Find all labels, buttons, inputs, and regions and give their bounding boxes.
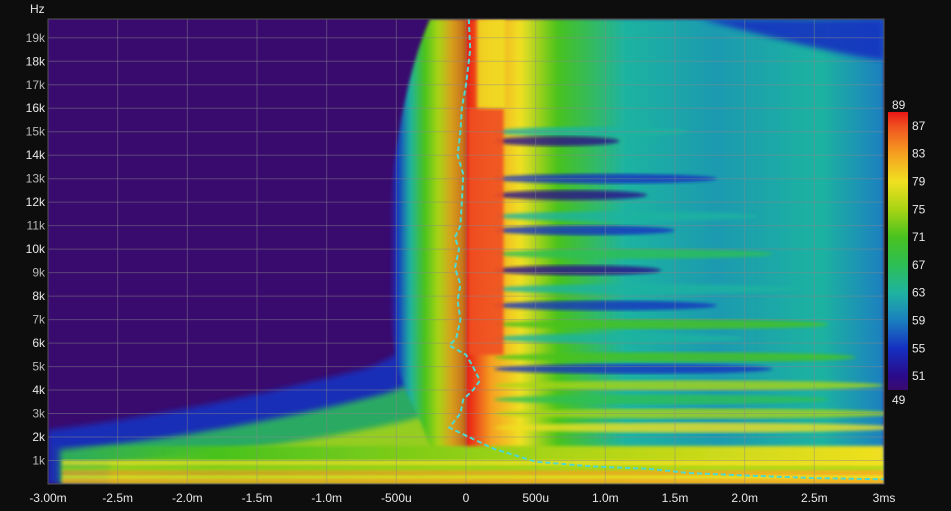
x-tick-label: -2.0m — [172, 491, 203, 505]
y-tick-label: 15k — [26, 125, 46, 139]
y-tick-label: 2k — [32, 430, 46, 444]
decay-band — [493, 319, 829, 330]
x-tick-label: -500u — [381, 491, 412, 505]
decay-band — [493, 394, 829, 405]
y-tick-label: 7k — [32, 313, 46, 327]
decay-band — [493, 380, 884, 391]
colorbar-label: 49 — [892, 393, 906, 407]
colorbar-label: 63 — [912, 286, 926, 300]
impulse-top — [477, 19, 506, 109]
colorbar-label: 89 — [892, 98, 906, 112]
decay-band — [493, 136, 620, 147]
x-tick-label: 2.0m — [731, 491, 758, 505]
spectrogram-chart: Hz -3.00m -2.5m -2.0m -1.5m -1.0m -500u 0 500u 1… — [26, 2, 926, 505]
y-tick-label: 13k — [26, 172, 46, 186]
x-tick-label: -1.0m — [311, 491, 342, 505]
y-tick-label: 9k — [32, 266, 46, 280]
x-tick-label: 2.5m — [801, 491, 828, 505]
y-tick-label: 18k — [26, 54, 46, 68]
x-tick-label: 1.5m — [662, 491, 689, 505]
y-tick-label: 14k — [26, 148, 46, 162]
x-tick-label: 500u — [522, 491, 549, 505]
decay-band — [493, 333, 745, 344]
colorbar-label: 67 — [912, 258, 926, 272]
y-tick-label: 12k — [26, 195, 46, 209]
colorbar-label: 79 — [912, 175, 926, 189]
y-tick-label: 4k — [32, 383, 46, 397]
colorbar-label: 55 — [912, 341, 926, 355]
y-axis-ticks: 1k 2k 3k 4k 5k 6k 7k 8k 9k 10k 11k 12k 13k 14k 15k 16k 1… — [26, 31, 46, 468]
x-tick-label: -1.5m — [242, 491, 273, 505]
colorbar-label: 71 — [912, 230, 926, 244]
y-tick-label: 5k — [32, 360, 46, 374]
x-tick-label: 0 — [463, 491, 470, 505]
colorbar: 89 87 83 79 75 71 67 63 59 55 51 49 — [888, 98, 926, 407]
decay-band — [493, 190, 648, 201]
decay-band — [493, 265, 662, 276]
y-axis-unit-label: Hz — [30, 2, 45, 16]
y-tick-label: 8k — [32, 289, 46, 303]
y-tick-label: 11k — [27, 219, 46, 233]
decay-band — [493, 211, 759, 222]
decay-band — [493, 284, 801, 295]
decay-band — [493, 225, 675, 236]
y-tick-label: 3k — [32, 407, 46, 421]
y-tick-label: 6k — [32, 336, 46, 350]
y-tick-label: 16k — [26, 101, 46, 115]
impulse-core — [468, 108, 504, 355]
colorbar-label: 75 — [912, 202, 926, 216]
x-tick-label: 1.0m — [592, 491, 619, 505]
y-tick-label: 10k — [26, 242, 46, 256]
plot-area — [48, 19, 884, 484]
colorbar-label: 51 — [912, 369, 926, 383]
x-tick-label: -3.00m — [29, 491, 66, 505]
decay-band — [493, 422, 884, 433]
low-stripes — [61, 459, 884, 484]
colorbar-label: 87 — [912, 119, 926, 133]
colorbar-scale — [888, 112, 908, 390]
y-tick-label: 1k — [32, 454, 46, 468]
colorbar-label: 83 — [912, 147, 926, 161]
y-tick-label: 17k — [26, 78, 46, 92]
colorbar-label: 59 — [912, 314, 926, 328]
x-axis-ticks: -3.00m -2.5m -2.0m -1.5m -1.0m -500u 0 500u 1.0m… — [29, 491, 895, 505]
x-tick-label: -2.5m — [102, 491, 133, 505]
y-tick-label: 19k — [26, 31, 46, 45]
x-tick-label: 3ms — [873, 491, 896, 505]
